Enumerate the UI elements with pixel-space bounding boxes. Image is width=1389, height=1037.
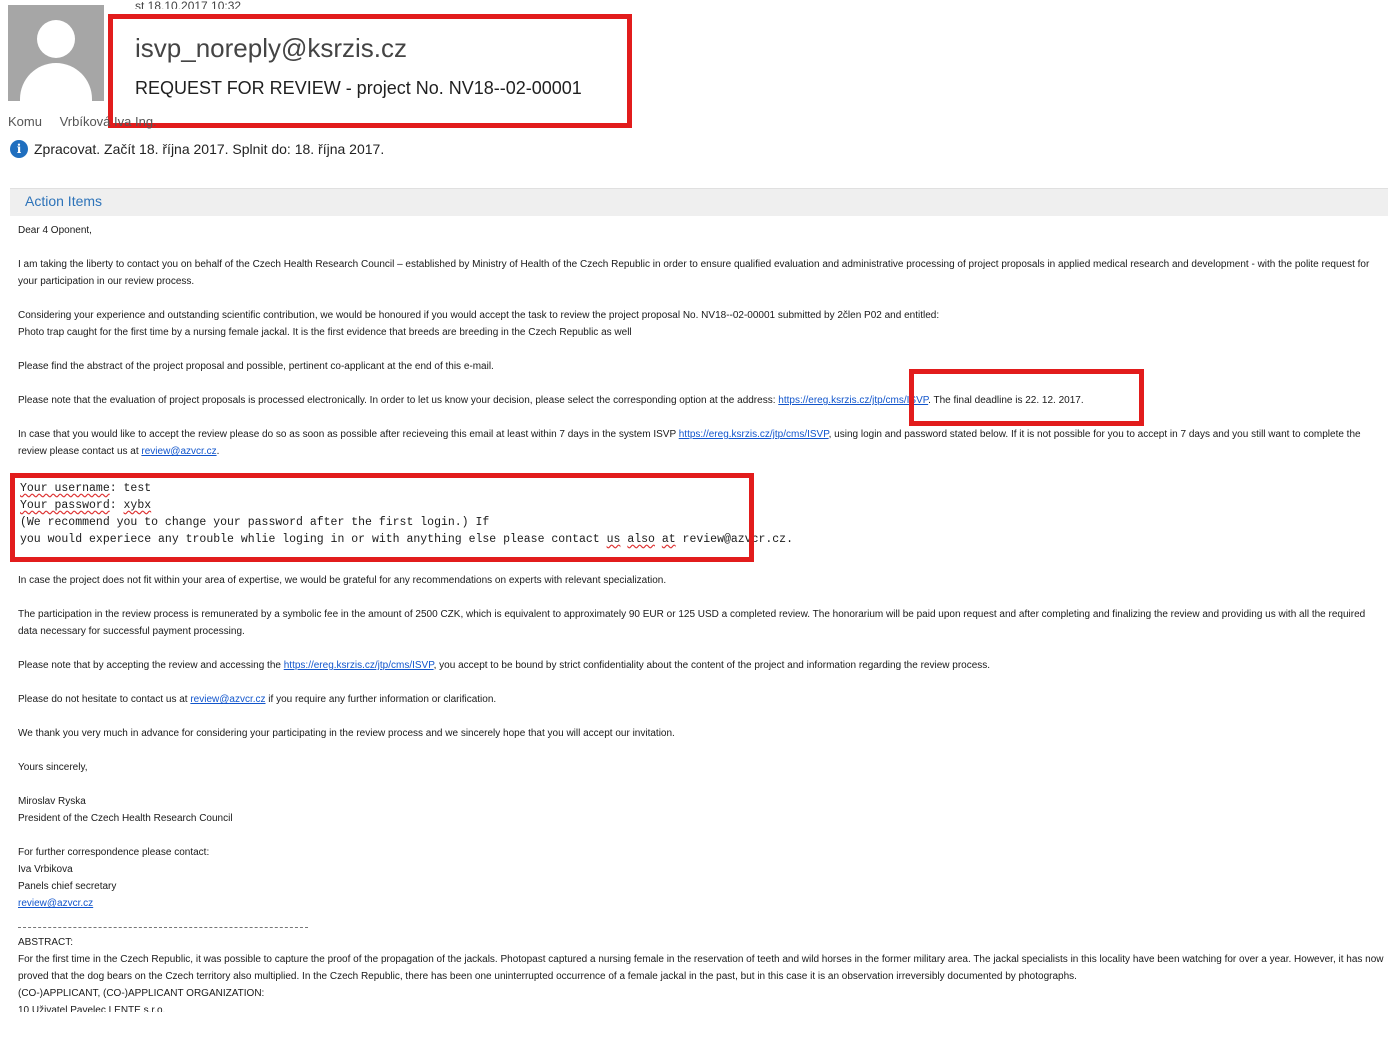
signature-name: Miroslav Ryska bbox=[18, 796, 86, 807]
paragraph-contact: Please do not hesitate to contact us at … bbox=[18, 694, 497, 705]
sender-avatar bbox=[8, 5, 104, 101]
paragraph-accept: In case that you would like to accept th… bbox=[18, 429, 1361, 457]
review-email-link-1[interactable]: review@azvcr.cz bbox=[141, 446, 216, 457]
highlight-box-credentials bbox=[10, 473, 754, 562]
signature-title: President of the Czech Health Research C… bbox=[18, 813, 233, 824]
correspondence-title: Panels chief secretary bbox=[18, 881, 117, 892]
abstract-text: For the first time in the Czech Republic… bbox=[18, 954, 1384, 982]
coapplicant-label: (CO-)APPLICANT, (CO-)APPLICANT ORGANIZAT… bbox=[18, 988, 265, 999]
abstract-section: ABSTRACT: For the first time in the Czec… bbox=[18, 934, 1384, 1012]
received-timestamp: st 18.10.2017 10:32 bbox=[135, 0, 242, 9]
info-circle-icon: i bbox=[10, 140, 28, 158]
action-items-bar[interactable]: Action Items bbox=[10, 188, 1388, 216]
to-label: Komu bbox=[8, 114, 42, 129]
paragraph-thanks: We thank you very much in advance for co… bbox=[18, 728, 675, 739]
paragraph-confidentiality: Please note that by accepting the review… bbox=[18, 660, 991, 671]
recipient-line: Komu Vrbíková Iva Ing. bbox=[8, 114, 157, 129]
paragraph-fee: The participation in the review process … bbox=[18, 609, 1366, 637]
isvp-link-3[interactable]: https://ereg.ksrzis.cz/jtp/cms/ISVP bbox=[284, 660, 434, 671]
review-email-link-3[interactable]: review@azvcr.cz bbox=[18, 898, 93, 909]
paragraph-abstract-note: Please find the abstract of the project … bbox=[18, 361, 494, 372]
highlight-box-header bbox=[108, 14, 632, 128]
email-body-continued: In case the project does not fit within … bbox=[18, 572, 1384, 912]
person-silhouette-body bbox=[20, 63, 92, 101]
isvp-link-2[interactable]: https://ereg.ksrzis.cz/jtp/cms/ISVP bbox=[679, 429, 829, 440]
followup-text: Zpracovat. Začít 18. října 2017. Splnit … bbox=[34, 141, 385, 157]
greeting: Dear 4 Oponent, bbox=[18, 225, 92, 236]
highlight-box-link bbox=[909, 369, 1144, 426]
project-title: Photo trap caught for the first time by … bbox=[18, 327, 632, 338]
paragraph-electronic: Please note that the evaluation of proje… bbox=[18, 395, 1084, 406]
coapplicant-line: 10 Uživatel Pavelec LENTE s.r.o. bbox=[18, 1005, 166, 1012]
review-email-link-2[interactable]: review@azvcr.cz bbox=[190, 694, 265, 705]
recipient-name[interactable]: Vrbíková Iva Ing. bbox=[60, 114, 157, 129]
followup-info: i Zpracovat. Začít 18. října 2017. Splni… bbox=[10, 140, 384, 158]
correspondence-name: Iva Vrbikova bbox=[18, 864, 73, 875]
person-silhouette-icon bbox=[37, 20, 75, 58]
paragraph-intro: I am taking the liberty to contact you o… bbox=[18, 259, 1370, 287]
isvp-link-1[interactable]: https://ereg.ksrzis.cz/jtp/cms/ISVP bbox=[778, 395, 928, 406]
paragraph-expertise: In case the project does not fit within … bbox=[18, 575, 667, 586]
correspondence-intro: For further correspondence please contac… bbox=[18, 847, 210, 858]
action-items-label[interactable]: Action Items bbox=[25, 193, 102, 209]
paragraph-request: Considering your experience and outstand… bbox=[18, 310, 940, 321]
abstract-label: ABSTRACT: bbox=[18, 937, 74, 948]
email-body: Dear 4 Oponent, I am taking the liberty … bbox=[18, 222, 1384, 460]
separator-line bbox=[18, 927, 308, 928]
closing: Yours sincerely, bbox=[18, 762, 88, 773]
